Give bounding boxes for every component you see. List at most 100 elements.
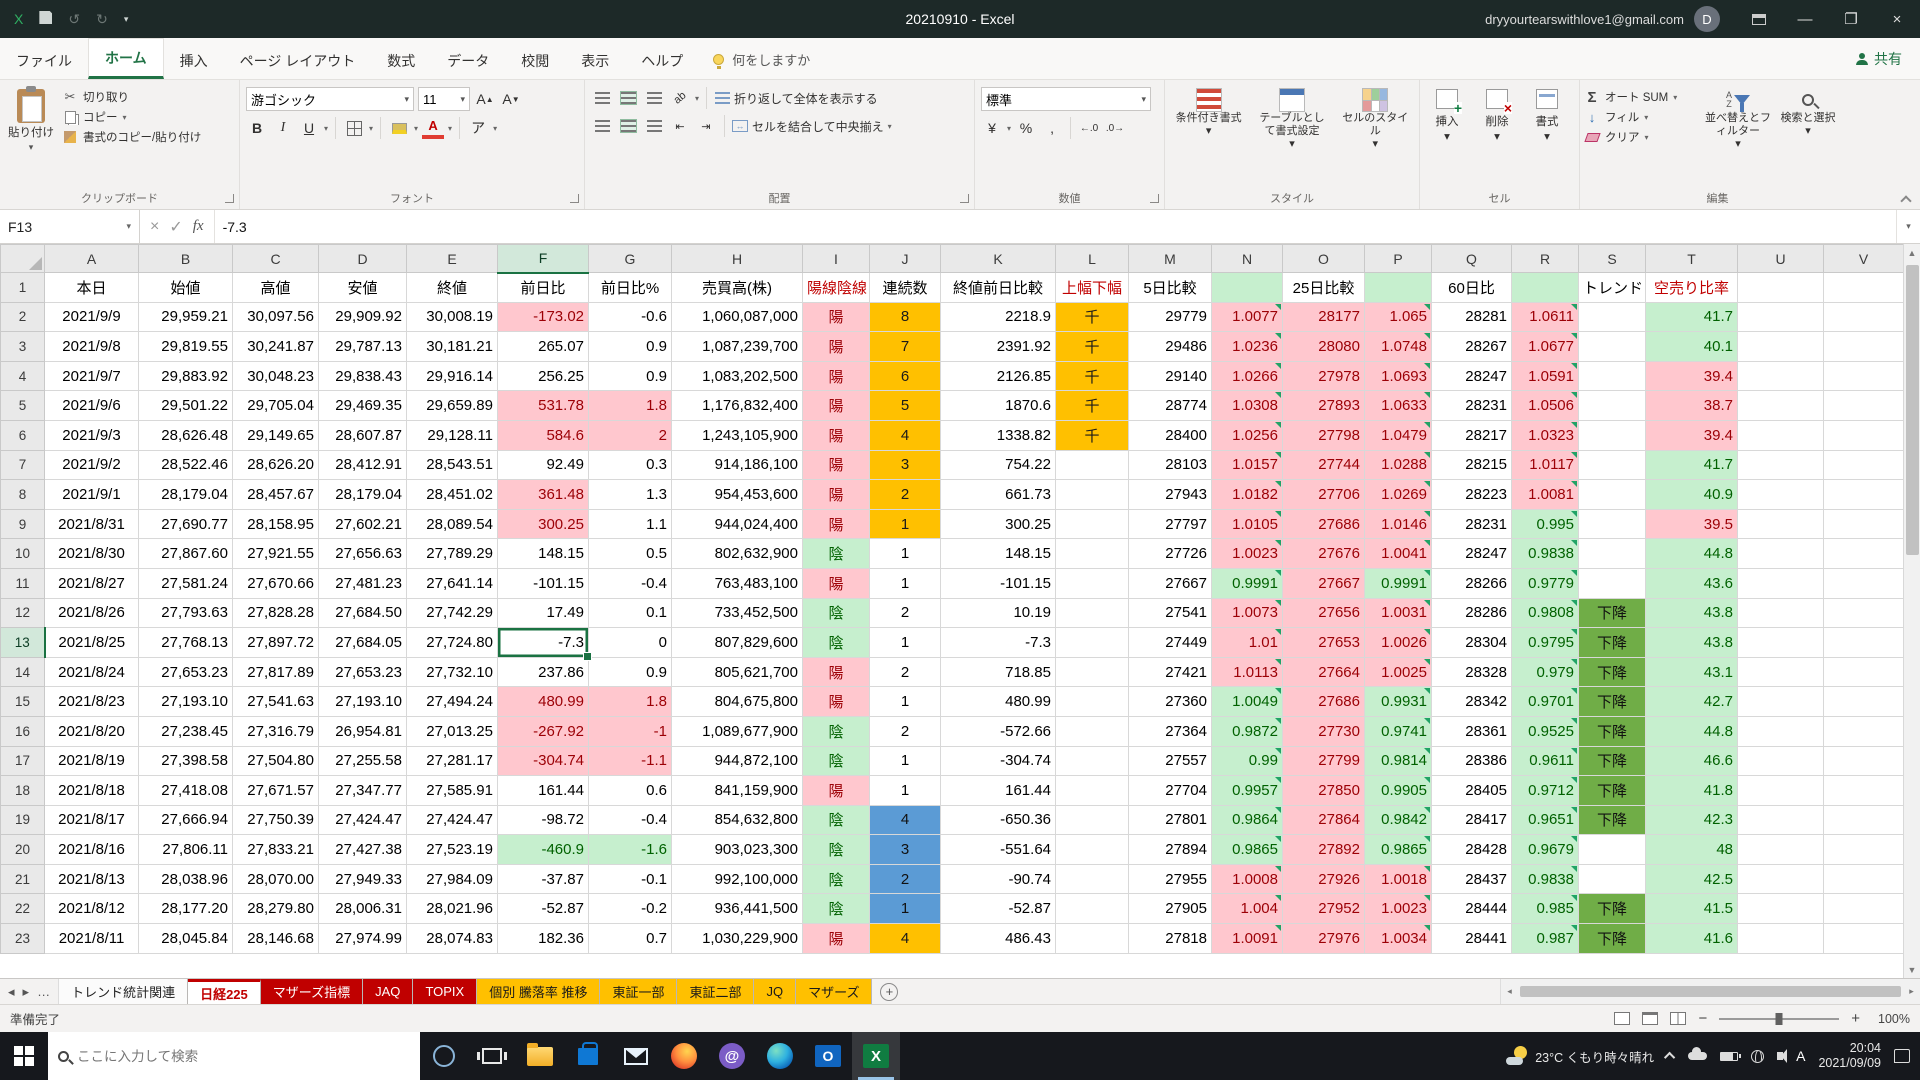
search-input[interactable] — [77, 1048, 410, 1064]
clear-button[interactable]: クリア ▾ — [1584, 129, 1698, 145]
cell-S3[interactable] — [1578, 331, 1646, 362]
cell-O7[interactable]: 27744 — [1282, 449, 1365, 481]
cell-G13[interactable]: 0 — [588, 627, 672, 658]
cell-Q20[interactable]: 28428 — [1431, 834, 1512, 865]
cell-C5[interactable]: 29,705.04 — [232, 390, 319, 421]
cell-S15[interactable]: 下降 — [1578, 686, 1646, 717]
battery-icon[interactable] — [1720, 1051, 1742, 1061]
cell-P13[interactable]: 1.0026 — [1364, 627, 1432, 658]
cell-A5[interactable]: 2021/9/6 — [44, 390, 139, 421]
cell-M4[interactable]: 29140 — [1128, 360, 1212, 392]
cell-C6[interactable]: 29,149.65 — [232, 419, 319, 451]
cell-K20[interactable]: -551.64 — [940, 834, 1056, 865]
cell-G14[interactable]: 0.9 — [588, 656, 672, 688]
cell-S7[interactable] — [1578, 449, 1646, 481]
cell-A13[interactable]: 2021/8/25 — [44, 627, 139, 658]
cell-K14[interactable]: 718.85 — [940, 656, 1056, 688]
cell-R8[interactable]: 1.0081 — [1511, 479, 1579, 510]
cell-R10[interactable]: 0.9838 — [1511, 538, 1579, 569]
cell-U13[interactable] — [1737, 627, 1824, 658]
cell-D2[interactable]: 29,909.92 — [318, 301, 407, 333]
cell-T11[interactable]: 43.6 — [1645, 567, 1738, 599]
cell-L15[interactable] — [1055, 686, 1129, 717]
cell-T21[interactable]: 42.5 — [1645, 863, 1738, 895]
cell-T9[interactable]: 39.5 — [1645, 508, 1738, 540]
cell-R1[interactable] — [1511, 272, 1579, 303]
cell-D23[interactable]: 27,974.99 — [318, 923, 407, 954]
cell-M3[interactable]: 29486 — [1128, 331, 1212, 362]
cell-T8[interactable]: 40.9 — [1645, 479, 1738, 510]
column-header-A[interactable]: A — [44, 244, 139, 273]
cell-Q15[interactable]: 28342 — [1431, 686, 1512, 717]
font-size-select[interactable]: 11 ▾ — [418, 87, 470, 111]
cell-U15[interactable] — [1737, 686, 1824, 717]
alignment-dialog-launcher[interactable] — [960, 194, 969, 203]
increase-font-button[interactable]: A ▲ — [474, 88, 496, 110]
cell-B9[interactable]: 27,690.77 — [138, 508, 233, 540]
cell-J21[interactable]: 2 — [869, 863, 941, 895]
cell-M21[interactable]: 27955 — [1128, 863, 1212, 895]
cell-N16[interactable]: 0.9872 — [1211, 715, 1283, 747]
cell-O6[interactable]: 27798 — [1282, 419, 1365, 451]
cell-B11[interactable]: 27,581.24 — [138, 567, 233, 599]
cell-T1[interactable]: 空売り比率 — [1645, 272, 1738, 303]
cell-T23[interactable]: 41.6 — [1645, 923, 1738, 954]
cell-K3[interactable]: 2391.92 — [940, 331, 1056, 362]
mail-at-button[interactable]: @ — [708, 1032, 756, 1080]
cell-E17[interactable]: 27,281.17 — [406, 745, 498, 777]
cell-L16[interactable] — [1055, 715, 1129, 747]
new-sheet-button[interactable]: + — [880, 982, 899, 1001]
cell-J15[interactable]: 1 — [869, 686, 941, 717]
cell-P17[interactable]: 0.9814 — [1364, 745, 1432, 777]
ribbon-tab-挿入[interactable]: 挿入 — [164, 42, 224, 79]
microsoft-store-button[interactable] — [564, 1032, 612, 1080]
cell-S23[interactable]: 下降 — [1578, 923, 1646, 954]
cell-H18[interactable]: 841,159,900 — [671, 775, 803, 806]
cell-I5[interactable]: 陽 — [802, 390, 870, 421]
cell-Q22[interactable]: 28444 — [1431, 893, 1512, 925]
cell-L8[interactable] — [1055, 479, 1129, 510]
cell-F4[interactable]: 256.25 — [497, 360, 589, 392]
cell-N14[interactable]: 1.0113 — [1211, 656, 1283, 688]
cell-T16[interactable]: 44.8 — [1645, 715, 1738, 747]
ribbon-tab-ホーム[interactable]: ホーム — [88, 38, 164, 79]
cell-S14[interactable]: 下降 — [1578, 656, 1646, 688]
taskbar-search[interactable] — [48, 1032, 420, 1080]
row-header-17[interactable]: 17 — [0, 745, 45, 777]
sheet-nav-more-icon[interactable]: … — [37, 984, 50, 999]
cell-Q21[interactable]: 28437 — [1431, 863, 1512, 895]
cell-B18[interactable]: 27,418.08 — [138, 775, 233, 806]
cell-H7[interactable]: 914,186,100 — [671, 449, 803, 481]
ribbon-tab-校閲[interactable]: 校閲 — [505, 42, 565, 79]
cell-S5[interactable] — [1578, 390, 1646, 421]
cell-E2[interactable]: 30,008.19 — [406, 301, 498, 333]
sheet-tab-マザーズ[interactable]: マザーズ — [796, 979, 873, 1004]
scroll-up-arrow[interactable]: ▲ — [1904, 244, 1920, 261]
cell-S17[interactable]: 下降 — [1578, 745, 1646, 777]
cell-H13[interactable]: 807,829,600 — [671, 627, 803, 658]
cell-L22[interactable] — [1055, 893, 1129, 925]
cell-D9[interactable]: 27,602.21 — [318, 508, 407, 540]
cell-R21[interactable]: 0.9838 — [1511, 863, 1579, 895]
select-all-corner[interactable] — [0, 244, 45, 273]
cell-L5[interactable]: 千 — [1055, 390, 1129, 421]
cell-G23[interactable]: 0.7 — [588, 923, 672, 954]
cell-I13[interactable]: 陰 — [802, 627, 870, 658]
row-header-15[interactable]: 15 — [0, 686, 45, 717]
cell-R15[interactable]: 0.9701 — [1511, 686, 1579, 717]
cell-A4[interactable]: 2021/9/7 — [44, 360, 139, 392]
cell-V20[interactable] — [1823, 834, 1903, 865]
cell-F23[interactable]: 182.36 — [497, 923, 589, 954]
cell-E1[interactable]: 終値 — [406, 272, 498, 303]
cell-N8[interactable]: 1.0182 — [1211, 479, 1283, 510]
cell-D13[interactable]: 27,684.05 — [318, 627, 407, 658]
cell-V7[interactable] — [1823, 449, 1903, 481]
cell-H20[interactable]: 903,023,300 — [671, 834, 803, 865]
column-header-M[interactable]: M — [1128, 244, 1212, 273]
cell-H9[interactable]: 944,024,400 — [671, 508, 803, 540]
cell-K15[interactable]: 480.99 — [940, 686, 1056, 717]
cell-N22[interactable]: 1.004 — [1211, 893, 1283, 925]
cell-I21[interactable]: 陰 — [802, 863, 870, 895]
cell-G12[interactable]: 0.1 — [588, 597, 672, 629]
row-header-21[interactable]: 21 — [0, 863, 45, 895]
